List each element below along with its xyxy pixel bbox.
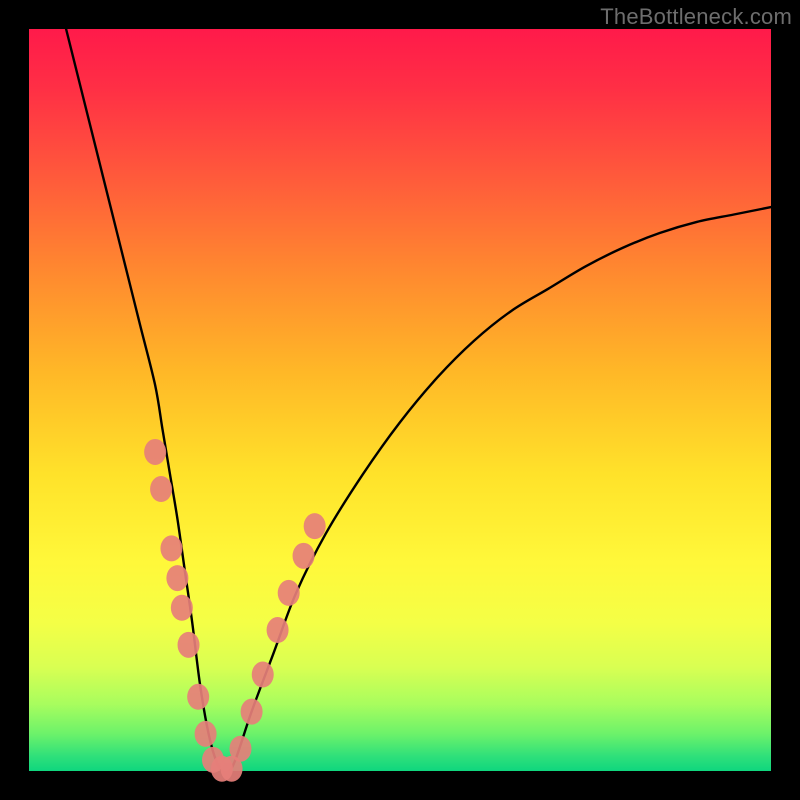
curve-marker <box>229 736 251 762</box>
curve-marker <box>252 662 274 688</box>
curve-marker <box>195 721 217 747</box>
curve-marker <box>178 632 200 658</box>
curve-marker <box>187 684 209 710</box>
curve-marker <box>278 580 300 606</box>
curve-marker <box>241 699 263 725</box>
chart-frame: TheBottleneck.com <box>0 0 800 800</box>
curve-marker <box>293 543 315 569</box>
bottleneck-curve-svg <box>29 29 771 771</box>
curve-marker <box>166 565 188 591</box>
curve-marker <box>150 476 172 502</box>
watermark-text: TheBottleneck.com <box>600 4 792 30</box>
curve-markers <box>144 439 326 782</box>
curve-marker <box>160 535 182 561</box>
curve-marker <box>144 439 166 465</box>
bottleneck-curve <box>66 29 771 773</box>
plot-area <box>29 29 771 771</box>
curve-marker <box>267 617 289 643</box>
curve-marker <box>304 513 326 539</box>
curve-marker <box>171 595 193 621</box>
